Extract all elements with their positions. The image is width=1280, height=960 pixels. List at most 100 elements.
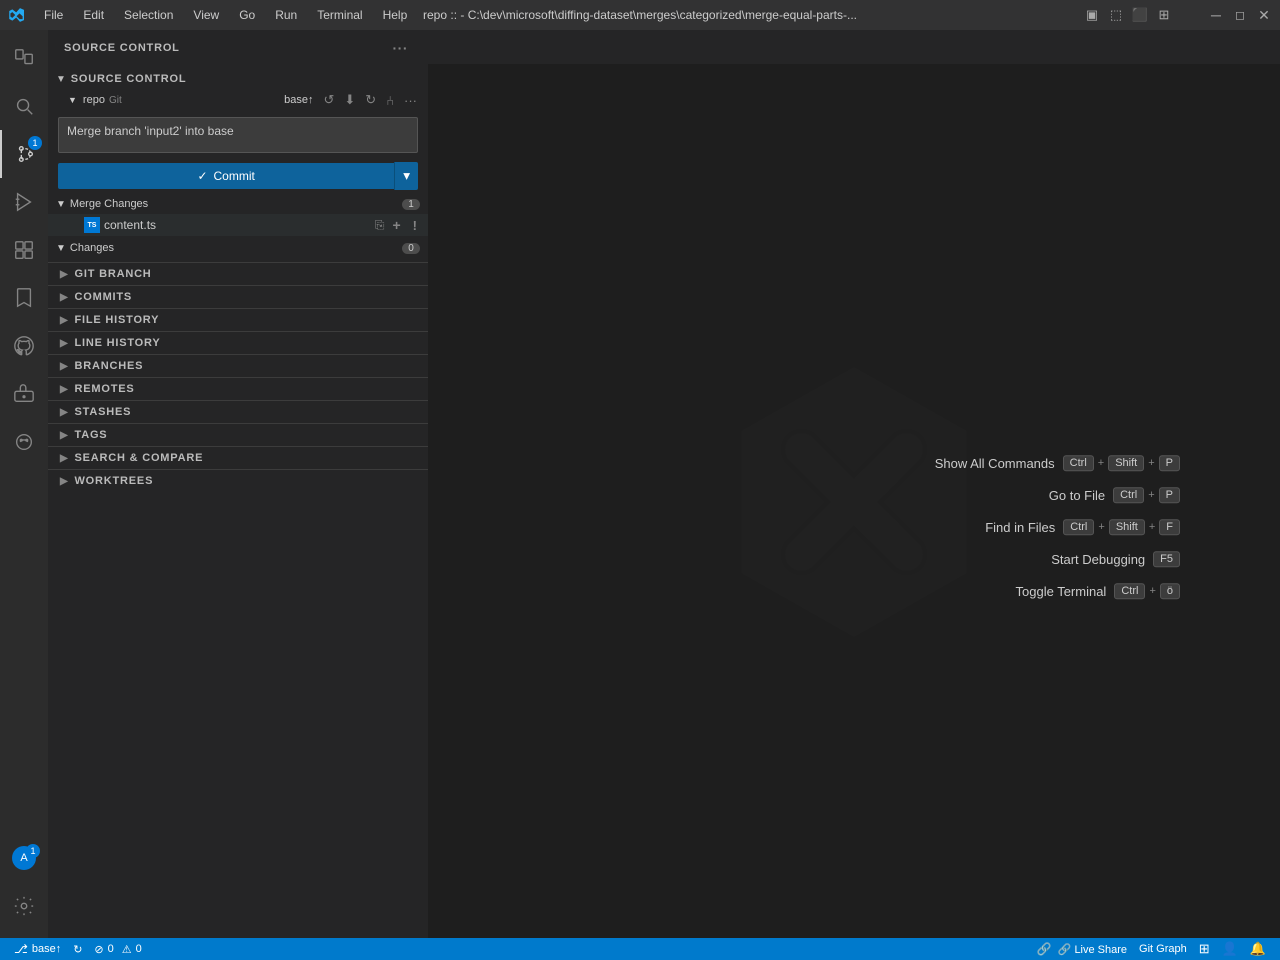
- window-controls: ▣ ⬚ ⬛ ⊞ ─ ◻ ✕: [1084, 7, 1272, 23]
- liveshare-icon: 🔗: [1037, 942, 1052, 956]
- shortcut-label-find: Find in Files: [915, 520, 1055, 535]
- file-name: content.ts: [104, 218, 372, 232]
- sidebar-more-button[interactable]: ···: [389, 38, 413, 58]
- key-oe: ö: [1160, 583, 1180, 599]
- commit-dropdown-button[interactable]: ▾: [394, 162, 418, 190]
- file-actions: ⎘ + !: [372, 216, 420, 234]
- section-tags[interactable]: ▶ TAGS: [48, 423, 428, 446]
- repo-more-button[interactable]: ···: [401, 92, 420, 109]
- menu-selection[interactable]: Selection: [116, 6, 181, 24]
- menu-help[interactable]: Help: [375, 6, 416, 24]
- section-file-history[interactable]: ▶ FILE HISTORY: [48, 308, 428, 331]
- restore-button[interactable]: ◻: [1232, 7, 1248, 23]
- activity-bar: 1: [0, 30, 48, 938]
- pull-button[interactable]: ⬇: [341, 91, 358, 109]
- key-shift-2: Shift: [1109, 519, 1145, 535]
- merge-changes-group: ▼ Merge Changes 1 TS content.ts ⎘ +: [48, 194, 428, 236]
- activity-search[interactable]: [0, 82, 48, 130]
- repo-name: repo: [83, 94, 105, 106]
- shortcut-row-find: Find in Files Ctrl + Shift + F: [915, 519, 1180, 535]
- git-branch-label: GIT BRANCH: [75, 268, 152, 280]
- key-f: F: [1159, 519, 1180, 535]
- menu-file[interactable]: File: [36, 6, 71, 24]
- merge-changes-header[interactable]: ▼ Merge Changes 1: [48, 194, 428, 214]
- statusbar-sync[interactable]: ↻: [67, 938, 88, 960]
- key-ctrl-2: Ctrl: [1113, 487, 1144, 503]
- menu-go[interactable]: Go: [231, 6, 263, 24]
- key-plus-2: +: [1148, 457, 1154, 469]
- branch-name: base↑: [281, 93, 316, 107]
- source-control-title[interactable]: ▼ SOURCE CONTROL: [48, 69, 428, 89]
- section-search-compare[interactable]: ▶ SEARCH & COMPARE: [48, 446, 428, 469]
- commit-button[interactable]: ✓ Commit: [58, 163, 394, 189]
- key-ctrl: Ctrl: [1063, 455, 1094, 471]
- menu-view[interactable]: View: [185, 6, 227, 24]
- panel-layout-icon[interactable]: ▣: [1084, 7, 1100, 23]
- key-p-2: P: [1159, 487, 1180, 503]
- editor-area: Show All Commands Ctrl + Shift + P Go to…: [428, 65, 1280, 938]
- tags-chevron: ▶: [60, 430, 69, 441]
- commit-message-area: Merge branch 'input2' into base: [58, 117, 418, 156]
- activity-explorer[interactable]: [0, 34, 48, 82]
- section-worktrees[interactable]: ▶ WORKTREES: [48, 469, 428, 492]
- menu-edit[interactable]: Edit: [75, 6, 112, 24]
- section-branches[interactable]: ▶ BRANCHES: [48, 354, 428, 377]
- section-commits[interactable]: ▶ COMMITS: [48, 285, 428, 308]
- close-button[interactable]: ✕: [1256, 7, 1272, 23]
- activity-debug[interactable]: [0, 178, 48, 226]
- file-type-icon: TS: [84, 217, 100, 233]
- activity-settings[interactable]: [0, 882, 48, 930]
- activity-extensions[interactable]: [0, 226, 48, 274]
- section-line-history[interactable]: ▶ LINE HISTORY: [48, 331, 428, 354]
- branch-action-button[interactable]: ⑃: [383, 92, 397, 109]
- shortcut-keys-find: Ctrl + Shift + F: [1063, 519, 1180, 535]
- statusbar-bell[interactable]: 🔔: [1244, 941, 1272, 957]
- shortcut-row-terminal: Toggle Terminal Ctrl + ö: [966, 583, 1180, 599]
- statusbar-branch[interactable]: ⎇ base↑: [8, 938, 67, 960]
- open-file-icon[interactable]: ⎘: [372, 217, 388, 234]
- section-stashes[interactable]: ▶ STASHES: [48, 400, 428, 423]
- activity-account[interactable]: A 1: [0, 834, 48, 882]
- statusbar-gitgraph[interactable]: Git Graph: [1133, 943, 1193, 955]
- activity-scm[interactable]: 1: [0, 130, 48, 178]
- section-remotes[interactable]: ▶ REMOTES: [48, 377, 428, 400]
- panel-layout3-icon[interactable]: ⊞: [1156, 7, 1172, 23]
- menu-terminal[interactable]: Terminal: [309, 6, 370, 24]
- titlebar: File Edit Selection View Go Run Terminal…: [0, 0, 1280, 30]
- shortcut-label-file: Go to File: [965, 488, 1105, 503]
- split-editor-icon[interactable]: ⬚: [1108, 7, 1124, 23]
- key-plus-3: +: [1148, 489, 1154, 501]
- statusbar-remote[interactable]: ⊞: [1193, 941, 1216, 957]
- stage-changes-icon[interactable]: +: [389, 216, 403, 234]
- remotes-label: REMOTES: [75, 383, 135, 395]
- activity-github[interactable]: [0, 322, 48, 370]
- section-git-branch[interactable]: ▶ GIT BRANCH: [48, 262, 428, 285]
- shortcut-row-debug: Start Debugging F5: [1005, 551, 1180, 567]
- activity-bookmarks[interactable]: [0, 274, 48, 322]
- minimize-button[interactable]: ─: [1208, 7, 1224, 23]
- statusbar-liveshare[interactable]: 🔗 🔗 Live Share: [1031, 942, 1133, 956]
- activity-copilot[interactable]: [0, 418, 48, 466]
- commit-message-input[interactable]: Merge branch 'input2' into base: [58, 117, 418, 153]
- statusbar-account[interactable]: 👤: [1216, 941, 1244, 957]
- activity-remote-explorer[interactable]: [0, 370, 48, 418]
- file-item[interactable]: TS content.ts ⎘ + !: [48, 214, 428, 236]
- changes-header[interactable]: ▼ Changes 0: [48, 238, 428, 258]
- changes-label: Changes: [70, 242, 402, 254]
- file-history-label: FILE HISTORY: [75, 314, 160, 326]
- editor-tabs: [428, 30, 1280, 65]
- source-control-section: ▼ SOURCE CONTROL ▼ repo Git base↑ ↺ ⬇ ↻ …: [48, 65, 428, 262]
- key-shift-1: Shift: [1108, 455, 1144, 471]
- statusbar-errors[interactable]: ⊘ 0 ⚠ 0: [88, 938, 147, 960]
- sidebar-header-actions: ···: [389, 38, 413, 58]
- sync-icon[interactable]: ↺: [320, 91, 337, 109]
- key-plus-6: +: [1149, 585, 1155, 597]
- scm-badge: 1: [28, 136, 42, 150]
- menu-run[interactable]: Run: [267, 6, 305, 24]
- commit-button-label: Commit: [214, 169, 255, 183]
- sidebar-title: SOURCE CONTROL: [64, 42, 180, 54]
- editor-container: Show All Commands Ctrl + Shift + P Go to…: [428, 30, 1280, 938]
- panel-layout2-icon[interactable]: ⬛: [1132, 7, 1148, 23]
- sidebar-header: SOURCE CONTROL ···: [48, 30, 428, 65]
- fetch-button[interactable]: ↻: [362, 91, 379, 109]
